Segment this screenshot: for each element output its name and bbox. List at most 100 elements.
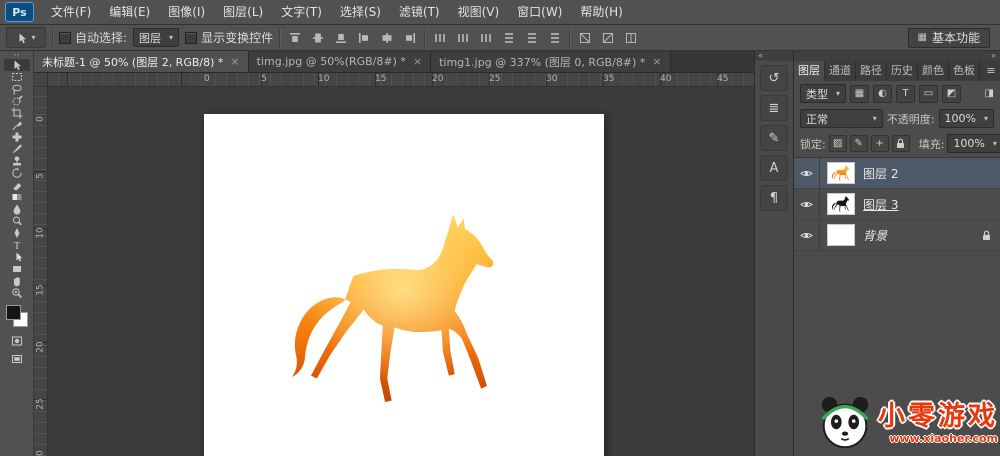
lasso-tool[interactable] [4,83,30,95]
layer-name[interactable]: 图层 3 [863,196,898,213]
menu-image[interactable]: 图像(I) [159,1,214,24]
distribute-vertical-centers-icon[interactable] [454,30,471,46]
crop-tool[interactable] [4,107,30,119]
brush-panel-icon[interactable]: ✎ [760,125,788,151]
align-vertical-centers-icon[interactable] [309,30,326,46]
show-transform-controls-checkbox[interactable]: 显示变换控件 [185,29,273,46]
distribute-top-edges-icon[interactable] [431,30,448,46]
align-bottom-edges-icon[interactable] [332,30,349,46]
close-tab-icon[interactable]: × [652,55,661,68]
layer-visibility-toggle[interactable] [794,158,820,188]
blur-tool[interactable] [4,203,30,215]
horizontal-ruler[interactable]: 0 5 10 15 20 25 30 35 40 45 [47,73,754,87]
move-tool[interactable] [4,59,30,71]
foreground-color-swatch[interactable] [6,305,21,320]
layer-thumbnail[interactable] [827,224,855,246]
properties-panel-icon[interactable]: ≣ [760,95,788,121]
rectangular-marquee-tool[interactable] [4,71,30,83]
workspace-switcher[interactable]: ▦ 基本功能 [908,28,990,48]
tab-history[interactable]: 历史 [887,61,918,81]
document-tab-timg[interactable]: timg.jpg @ 50%(RGB/8#) * × [249,51,431,72]
tab-paths[interactable]: 路径 [856,61,887,81]
layer-visibility-toggle[interactable] [794,189,820,219]
tab-color[interactable]: 颜色 [918,61,949,81]
history-brush-tool[interactable] [4,167,30,179]
opacity-dropdown[interactable]: 100% ▾ [939,109,994,128]
menu-help[interactable]: 帮助(H) [571,1,631,24]
auto-select-target-dropdown[interactable]: 图层 ▾ [133,28,179,47]
align-right-edges-icon[interactable] [401,30,418,46]
menu-file[interactable]: 文件(F) [42,1,100,24]
expand-dock-icon[interactable]: « [755,51,793,61]
panel-menu-icon[interactable]: ≡ [982,61,1000,81]
auto-select-checkbox[interactable]: 自动选择: [59,29,127,46]
lock-position-icon[interactable]: + [871,135,889,152]
3d-drag-icon[interactable] [622,30,639,46]
auto-align-layers-icon[interactable] [576,30,593,46]
photoshop-logo-icon[interactable]: Ps [5,2,34,22]
path-selection-tool[interactable] [4,251,30,263]
screen-mode-button[interactable] [4,353,30,365]
canvas[interactable] [204,114,604,456]
paragraph-panel-icon[interactable]: ¶ [760,185,788,211]
layer-visibility-toggle[interactable] [794,220,820,250]
document-tab-timg1[interactable]: timg1.jpg @ 337% (图层 0, RGB/8#) * × [431,51,670,72]
distribute-right-edges-icon[interactable] [546,30,563,46]
lock-all-icon[interactable] [892,135,910,152]
ruler-origin[interactable] [34,73,48,87]
shape-layers-filter-icon[interactable]: ▭ [919,85,938,103]
close-tab-icon[interactable]: × [230,55,239,68]
toolbar-grip[interactable]: ›› [14,51,20,59]
history-panel-icon[interactable]: ↺ [760,65,788,91]
pixel-layers-filter-icon[interactable]: ▦ [850,85,869,103]
layer-name[interactable]: 图层 2 [863,165,898,182]
blend-mode-dropdown[interactable]: 正常 ▾ [800,109,883,128]
tab-layers[interactable]: 图层 [794,61,825,81]
menu-select[interactable]: 选择(S) [331,1,390,24]
menu-window[interactable]: 窗口(W) [508,1,571,24]
document-tab-untitled1[interactable]: 未标题-1 @ 50% (图层 2, RGB/8) * × [34,51,249,72]
align-horizontal-centers-icon[interactable] [378,30,395,46]
menu-layer[interactable]: 图层(L) [214,1,272,24]
layer-row-layer3[interactable]: 图层 3 [794,189,1000,220]
current-tool-preset[interactable]: ▾ [6,27,46,48]
vertical-ruler[interactable]: 0 5 10 15 20 25 30 [34,86,48,456]
menu-view[interactable]: 视图(V) [449,1,509,24]
pen-tool[interactable] [4,227,30,239]
type-layers-filter-icon[interactable]: T [896,85,915,103]
align-left-edges-icon[interactable] [355,30,372,46]
distribute-left-edges-icon[interactable] [500,30,517,46]
lock-image-pixels-icon[interactable]: ✎ [850,135,868,152]
fill-dropdown[interactable]: 100% ▾ [947,134,1000,153]
hand-tool[interactable] [4,275,30,287]
eyedropper-tool[interactable] [4,119,30,131]
smart-object-filter-icon[interactable]: ◩ [942,85,961,103]
quick-selection-tool[interactable] [4,95,30,107]
zoom-tool[interactable] [4,287,30,299]
layer-row-background[interactable]: 背景 [794,220,1000,251]
3d-rotate-icon[interactable] [599,30,616,46]
gradient-tool[interactable] [4,191,30,203]
align-top-edges-icon[interactable] [286,30,303,46]
distribute-bottom-edges-icon[interactable] [477,30,494,46]
type-tool[interactable]: T [4,239,30,251]
quick-mask-button[interactable] [4,335,30,347]
spot-healing-tool[interactable] [4,131,30,143]
menu-filter[interactable]: 滤镜(T) [390,1,449,24]
layer-name[interactable]: 背景 [863,227,887,244]
menu-type[interactable]: 文字(T) [272,1,331,24]
layer-filter-toggle-icon[interactable]: ◨ [985,88,994,99]
rectangle-shape-tool[interactable] [4,263,30,275]
clone-stamp-tool[interactable] [4,155,30,167]
dodge-tool[interactable] [4,215,30,227]
layer-row-layer2[interactable]: 图层 2 [794,158,1000,189]
menu-edit[interactable]: 编辑(E) [100,1,159,24]
eraser-tool[interactable] [4,179,30,191]
layer-filter-dropdown[interactable]: 类型 ▾ [800,84,846,103]
distribute-horizontal-centers-icon[interactable] [523,30,540,46]
collapse-dock-icon[interactable]: » [794,51,1000,61]
layer-thumbnail[interactable] [827,193,855,215]
tab-channels[interactable]: 通道 [825,61,856,81]
adjustment-layers-filter-icon[interactable]: ◐ [873,85,892,103]
character-panel-icon[interactable]: A [760,155,788,181]
